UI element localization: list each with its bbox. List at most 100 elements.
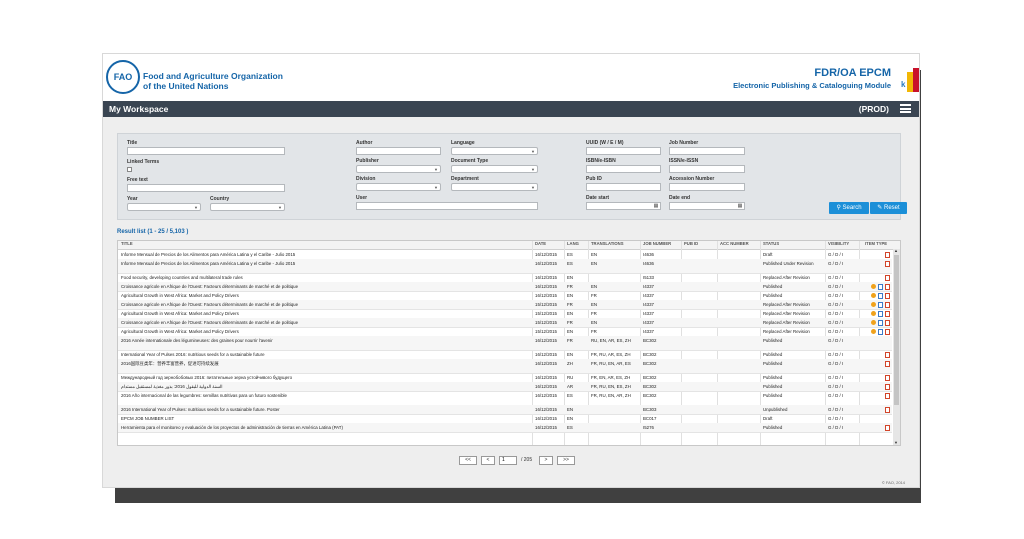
rss-icon[interactable] — [871, 311, 876, 316]
pdf-icon[interactable] — [885, 352, 890, 358]
cell-title[interactable]: Agricultural Growth in West Africa: Mark… — [121, 329, 529, 334]
linked-terms-checkbox[interactable] — [127, 167, 132, 172]
document-icon[interactable] — [878, 302, 883, 308]
table-row[interactable]: 2016 Año internacional de las legumbres:… — [118, 391, 892, 406]
department-select[interactable]: ▼ — [451, 183, 538, 191]
division-select[interactable]: ▼ — [356, 183, 441, 191]
rss-icon[interactable] — [871, 329, 876, 334]
pdf-icon[interactable] — [885, 293, 890, 299]
col-job-number[interactable]: JOB NUMBER — [643, 241, 672, 249]
rss-icon[interactable] — [871, 284, 876, 289]
col-acc-number[interactable]: ACC NUMBER — [720, 241, 749, 249]
rss-icon[interactable] — [871, 302, 876, 307]
cell-title[interactable]: Informe Mensual de Precios de los Alimen… — [121, 261, 529, 266]
page-input[interactable]: 1 — [499, 456, 517, 465]
cell-title[interactable]: 2016国际豆类年：营养丰富营养，促进可持续发展 — [121, 361, 529, 366]
cell-title[interactable]: Food security, developing countries and … — [121, 275, 529, 280]
col-item-type[interactable]: ITEM TYPE — [865, 241, 888, 249]
uuid-input[interactable] — [586, 147, 661, 155]
pdf-icon[interactable] — [885, 261, 890, 267]
country-select[interactable]: ▼ — [210, 203, 285, 211]
cell-title[interactable]: 2016 International Year of Pulses: nutri… — [121, 407, 529, 412]
search-button[interactable]: ⚲ Search — [829, 202, 869, 214]
scroll-down-icon[interactable]: ▼ — [894, 441, 898, 445]
document-type-select[interactable]: ▼ — [451, 165, 538, 173]
cell-title[interactable]: السنة الدولية للبقول 2016: بذور مغذية لم… — [121, 384, 529, 389]
table-scrollbar[interactable]: ▲ ▼ — [893, 249, 900, 445]
scroll-up-icon[interactable]: ▲ — [894, 249, 898, 253]
date-end-input[interactable]: ▦ — [669, 202, 745, 210]
document-icon[interactable] — [878, 320, 883, 326]
language-select[interactable]: ▼ — [451, 147, 538, 155]
reset-button[interactable]: ✎ Reset — [870, 202, 907, 214]
title-input[interactable] — [127, 147, 285, 155]
pdf-icon[interactable] — [885, 375, 890, 381]
pdf-icon[interactable] — [885, 407, 890, 413]
isbn-input[interactable] — [586, 165, 661, 173]
rss-icon[interactable] — [871, 293, 876, 298]
cell-title[interactable]: Croissance agricole en Afrique de l'Oues… — [121, 284, 529, 289]
calendar-icon[interactable]: ▦ — [653, 203, 659, 209]
pdf-icon[interactable] — [885, 320, 890, 326]
pdf-icon[interactable] — [885, 393, 890, 399]
issn-input[interactable] — [669, 165, 745, 173]
user-label: User — [356, 195, 368, 201]
cell-title[interactable]: Международный год зернобобовых 2016: пит… — [121, 375, 529, 380]
last-page-button[interactable]: >> — [557, 456, 575, 465]
date-start-input[interactable]: ▦ — [586, 202, 661, 210]
first-page-button[interactable]: << — [459, 456, 477, 465]
user-input[interactable] — [356, 202, 538, 210]
accession-number-input[interactable] — [669, 183, 745, 191]
cell-translations: EN — [591, 320, 598, 325]
scrollbar-thumb[interactable] — [894, 255, 899, 405]
table-row[interactable]: 2016 Année internationale des légumineus… — [118, 336, 892, 351]
calendar-icon[interactable]: ▦ — [737, 203, 743, 209]
cell-title[interactable]: 2016 Année internationale des légumineus… — [121, 338, 529, 343]
job-number-input[interactable] — [669, 147, 745, 155]
pdf-icon[interactable] — [885, 302, 890, 308]
pdf-icon[interactable] — [885, 329, 890, 335]
pdf-icon[interactable] — [885, 252, 890, 258]
pdf-icon[interactable] — [885, 361, 890, 367]
document-icon[interactable] — [878, 311, 883, 317]
next-page-button[interactable]: > — [539, 456, 553, 465]
hamburger-icon[interactable] — [900, 104, 911, 113]
cell-title[interactable]: Croissance agricole en Afrique de l'Oues… — [121, 320, 529, 325]
pdf-icon[interactable] — [885, 384, 890, 390]
author-input[interactable] — [356, 147, 441, 155]
pdf-icon[interactable] — [885, 275, 890, 281]
col-translations[interactable]: TRANSLATIONS — [591, 241, 624, 249]
cell-title[interactable]: Agricultural Growth in West Africa: Mark… — [121, 293, 529, 298]
cell-title[interactable]: 2016 Año internacional de las legumbres:… — [121, 393, 529, 398]
cell-visibility: G / D / I — [828, 329, 844, 334]
cell-title[interactable]: EPCM JOB NUMBER LIST — [121, 416, 529, 421]
publisher-select[interactable]: ▼ — [356, 165, 441, 173]
year-select[interactable]: ▼ — [127, 203, 201, 211]
document-icon[interactable] — [878, 293, 883, 299]
col-date[interactable]: DATE — [535, 241, 547, 249]
cell-title[interactable]: Croissance agricole en Afrique de l'Oues… — [121, 302, 529, 307]
results-table: TITLE DATE LANG TRANSLATIONS JOB NUMBER … — [117, 240, 901, 446]
free-text-input[interactable] — [127, 184, 285, 192]
prev-page-button[interactable]: < — [481, 456, 495, 465]
cell-title[interactable]: International Year of Pulses 2016: nutri… — [121, 352, 529, 357]
document-icon[interactable] — [878, 284, 883, 290]
col-title[interactable]: TITLE — [121, 241, 133, 249]
pub-id-input[interactable] — [586, 183, 661, 191]
table-row[interactable]: Informe Mensual de Precios de los Alimen… — [118, 259, 892, 274]
pdf-icon[interactable] — [885, 284, 890, 290]
table-row[interactable]: Herramienta para el monitoreo y evaluaci… — [118, 423, 892, 433]
col-lang[interactable]: LANG — [567, 241, 579, 249]
rss-icon[interactable] — [871, 320, 876, 325]
pdf-icon[interactable] — [885, 311, 890, 317]
col-status[interactable]: STATUS — [763, 241, 780, 249]
col-pub-id[interactable]: PUB ID — [684, 241, 699, 249]
col-visibility[interactable]: VISIBILITY — [828, 241, 850, 249]
cell-title[interactable]: Herramienta para el monitoreo y evaluaci… — [121, 425, 529, 430]
table-row[interactable]: 2016国际豆类年：营养丰富营养，促进可持续发展 16/12/2015 ZH FR, … — [118, 359, 892, 374]
pdf-icon[interactable] — [885, 425, 890, 431]
cell-title[interactable]: Agricultural Growth in West Africa: Mark… — [121, 311, 529, 316]
cell-title[interactable]: Informe Mensual de Precios de los Alimen… — [121, 252, 529, 257]
document-icon[interactable] — [878, 329, 883, 335]
division-label: Division — [356, 176, 376, 182]
